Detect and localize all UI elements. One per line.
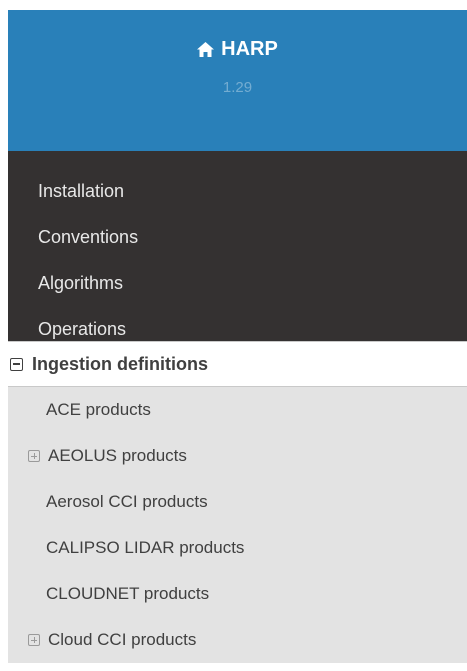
expand-icon[interactable] (28, 450, 40, 462)
collapse-icon[interactable] (10, 357, 23, 371)
submenu-item-label: AEOLUS products (48, 446, 187, 465)
home-icon (197, 42, 215, 57)
submenu-item-aeolus-products[interactable]: AEOLUS products (8, 433, 467, 479)
project-home-link[interactable]: HARP (8, 10, 467, 61)
submenu-item-label: CALIPSO LIDAR products (46, 538, 245, 557)
version-label: 1.29 (222, 79, 253, 96)
main-menu: Installation Conventions Algorithms Oper… (8, 151, 467, 341)
menu-item-algorithms[interactable]: Algorithms (8, 260, 467, 306)
submenu-item-cloudnet-products[interactable]: CLOUDNET products (8, 571, 467, 617)
submenu-item-ace-products[interactable]: ACE products (8, 387, 467, 433)
submenu-item-label: CLOUDNET products (46, 584, 210, 603)
submenu-item-aerosol-cci-products[interactable]: Aerosol CCI products (8, 479, 467, 525)
ingestion-submenu: ACE products AEOLUS products Aerosol CCI… (8, 387, 467, 663)
expand-icon[interactable] (28, 634, 40, 646)
sidebar-nav: HARP 1.29 Installation Conventions Algor… (8, 10, 467, 671)
menu-item-label: Ingestion definitions (32, 353, 208, 374)
sidebar-header: HARP 1.29 (8, 10, 467, 151)
submenu-item-calipso-lidar-products[interactable]: CALIPSO LIDAR products (8, 525, 467, 571)
submenu-item-label: ACE products (46, 400, 151, 419)
menu-item-conventions[interactable]: Conventions (8, 214, 467, 260)
submenu-item-cloud-cci-products[interactable]: Cloud CCI products (8, 617, 467, 663)
menu-item-installation[interactable]: Installation (8, 168, 467, 214)
project-name: HARP (221, 38, 278, 60)
submenu-item-label: Cloud CCI products (48, 630, 197, 649)
submenu-item-label: Aerosol CCI products (46, 492, 208, 511)
